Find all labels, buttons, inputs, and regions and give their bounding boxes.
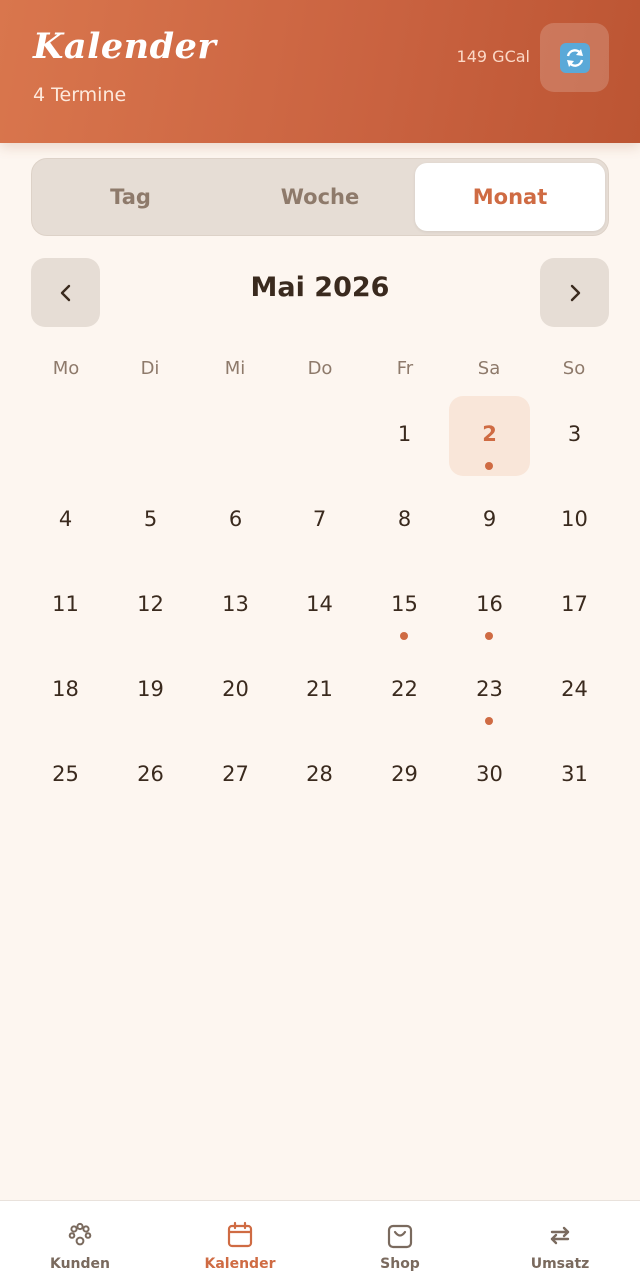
weekday-label: Do bbox=[307, 358, 333, 379]
weekday-label: Di bbox=[140, 358, 160, 379]
weekday-label: So bbox=[562, 358, 586, 379]
next-month-button[interactable] bbox=[540, 258, 609, 327]
nav-item-label: Shop bbox=[380, 1256, 420, 1272]
calendar-day[interactable]: 31 bbox=[534, 736, 615, 816]
calendar-day[interactable]: 17 bbox=[534, 566, 615, 646]
paw-icon bbox=[68, 1222, 92, 1246]
month-title: Mai 2026 bbox=[250, 272, 390, 303]
bottom-nav: Kunden Kalender Shop Umsatz bbox=[0, 1200, 640, 1273]
shopping-bag-icon bbox=[387, 1224, 413, 1249]
event-dot bbox=[485, 717, 493, 725]
weekday-label: Sa bbox=[477, 358, 501, 379]
calendar-day[interactable]: 14 bbox=[279, 566, 360, 646]
app-header: Kalender 4 Termine 149 GCal bbox=[0, 0, 640, 143]
calendar-day[interactable]: 4 bbox=[25, 481, 106, 561]
calendar-day[interactable]: 3 bbox=[534, 396, 615, 476]
nav-item-kalender[interactable]: Kalender bbox=[160, 1201, 320, 1273]
calendar-day[interactable]: 18 bbox=[25, 651, 106, 731]
calendar-day[interactable]: 25 bbox=[25, 736, 106, 816]
calendar-day[interactable]: 13 bbox=[195, 566, 276, 646]
calendar-day[interactable]: 27 bbox=[195, 736, 276, 816]
calendar-day[interactable]: 12 bbox=[110, 566, 191, 646]
calendar-day[interactable]: 21 bbox=[279, 651, 360, 731]
refresh-icon bbox=[559, 42, 590, 73]
calendar-day[interactable]: 1 bbox=[364, 396, 445, 476]
chevron-right-icon bbox=[570, 284, 580, 301]
calendar-day-selected[interactable]: 2 bbox=[449, 396, 530, 476]
exchange-icon bbox=[550, 1226, 570, 1245]
event-dot bbox=[485, 462, 493, 470]
chevron-left-icon bbox=[60, 284, 70, 301]
view-switcher: Tag Woche Monat bbox=[31, 158, 609, 236]
calendar-day[interactable]: 6 bbox=[195, 481, 276, 561]
event-dot bbox=[485, 632, 493, 640]
credits-label: 149 GCal bbox=[456, 47, 530, 66]
weekday-label: Fr bbox=[396, 358, 414, 379]
weekday-label: Mo bbox=[52, 358, 80, 379]
tab-week[interactable]: Woche bbox=[225, 163, 415, 231]
calendar-day[interactable]: 23 bbox=[449, 651, 530, 731]
nav-item-label: Umsatz bbox=[530, 1256, 590, 1272]
calendar-icon bbox=[227, 1221, 253, 1248]
calendar-day[interactable]: 10 bbox=[534, 481, 615, 561]
calendar-day[interactable]: 24 bbox=[534, 651, 615, 731]
calendar-day[interactable]: 7 bbox=[279, 481, 360, 561]
calendar-day[interactable]: 22 bbox=[364, 651, 445, 731]
calendar-day[interactable]: 9 bbox=[449, 481, 530, 561]
nav-item-umsatz[interactable]: Umsatz bbox=[480, 1201, 640, 1273]
calendar-day[interactable]: 16 bbox=[449, 566, 530, 646]
refresh-button[interactable] bbox=[540, 23, 609, 92]
calendar-day[interactable]: 29 bbox=[364, 736, 445, 816]
nav-item-label: Kalender bbox=[204, 1256, 276, 1272]
calendar-day[interactable]: 30 bbox=[449, 736, 530, 816]
nav-item-kunden[interactable]: Kunden bbox=[0, 1201, 160, 1273]
calendar-day[interactable]: 28 bbox=[279, 736, 360, 816]
tab-day[interactable]: Tag bbox=[36, 163, 225, 231]
calendar-day[interactable]: 20 bbox=[195, 651, 276, 731]
page-title: Kalender bbox=[33, 26, 217, 67]
calendar-day[interactable]: 26 bbox=[110, 736, 191, 816]
weekday-label: Mi bbox=[224, 358, 246, 379]
calendar-day[interactable]: 15 bbox=[364, 566, 445, 646]
event-dot bbox=[400, 632, 408, 640]
calendar-day[interactable]: 11 bbox=[25, 566, 106, 646]
tab-month[interactable]: Monat bbox=[415, 163, 605, 231]
nav-item-shop[interactable]: Shop bbox=[320, 1201, 480, 1273]
nav-item-label: Kunden bbox=[49, 1256, 111, 1272]
calendar-day[interactable]: 8 bbox=[364, 481, 445, 561]
calendar-day[interactable]: 5 bbox=[110, 481, 191, 561]
calendar-day[interactable]: 19 bbox=[110, 651, 191, 731]
previous-month-button[interactable] bbox=[31, 258, 100, 327]
appointments-count: 4 Termine bbox=[33, 84, 127, 106]
